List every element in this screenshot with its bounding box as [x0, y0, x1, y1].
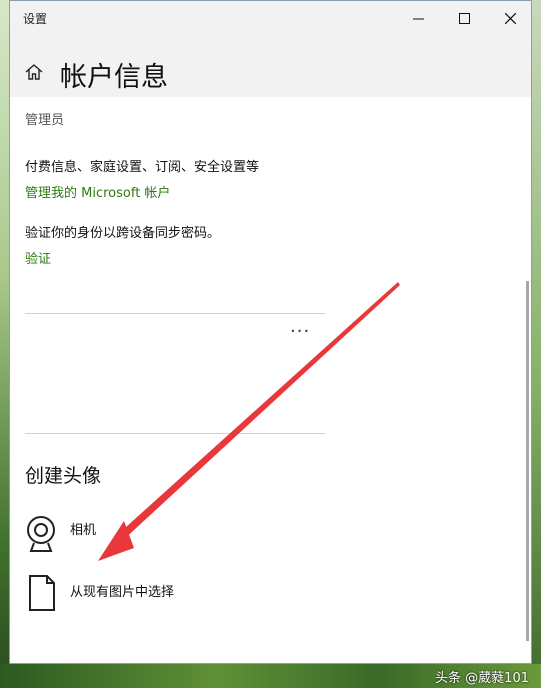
maximize-icon — [458, 12, 470, 24]
minimize-icon — [412, 18, 424, 19]
close-button[interactable] — [487, 1, 533, 35]
more-options-button[interactable]: ··· — [290, 321, 310, 342]
watermark: 头条 @葳蕤101 — [435, 671, 529, 686]
manage-account-link[interactable]: 管理我的 Microsoft 帐户 — [25, 182, 170, 201]
camera-option[interactable]: 相机 — [25, 515, 225, 559]
close-icon — [504, 12, 516, 24]
maximize-button[interactable] — [441, 1, 487, 35]
camera-label: 相机 — [70, 523, 97, 538]
title-bar: 设置 — [10, 1, 531, 35]
billing-description: 付费信息、家庭设置、订阅、安全设置等 — [25, 160, 260, 175]
camera-icon — [25, 515, 57, 559]
minimize-button[interactable] — [395, 1, 441, 35]
divider — [25, 313, 325, 314]
window-title: 设置 — [23, 12, 48, 26]
browse-picture-option[interactable]: 从现有图片中选择 — [25, 573, 275, 619]
desktop-background-left — [0, 0, 9, 688]
verify-description: 验证你的身份以跨设备同步密码。 — [25, 226, 221, 241]
divider — [25, 433, 325, 434]
settings-window: 设置 帐户信息 管理员 付费信息、家庭设置、订阅、安全设置等 管理我的 Micr… — [9, 0, 532, 664]
verify-link[interactable]: 验证 — [25, 248, 51, 267]
page-header: 帐户信息 — [10, 35, 531, 97]
desktop-background-right — [532, 0, 541, 688]
create-avatar-title: 创建头像 — [25, 465, 102, 487]
scrollbar[interactable] — [526, 281, 529, 641]
home-icon[interactable] — [24, 63, 44, 85]
account-role: 管理员 — [25, 113, 65, 128]
file-icon — [29, 575, 55, 615]
browse-picture-label: 从现有图片中选择 — [70, 585, 175, 600]
page-title: 帐户信息 — [60, 62, 168, 93]
